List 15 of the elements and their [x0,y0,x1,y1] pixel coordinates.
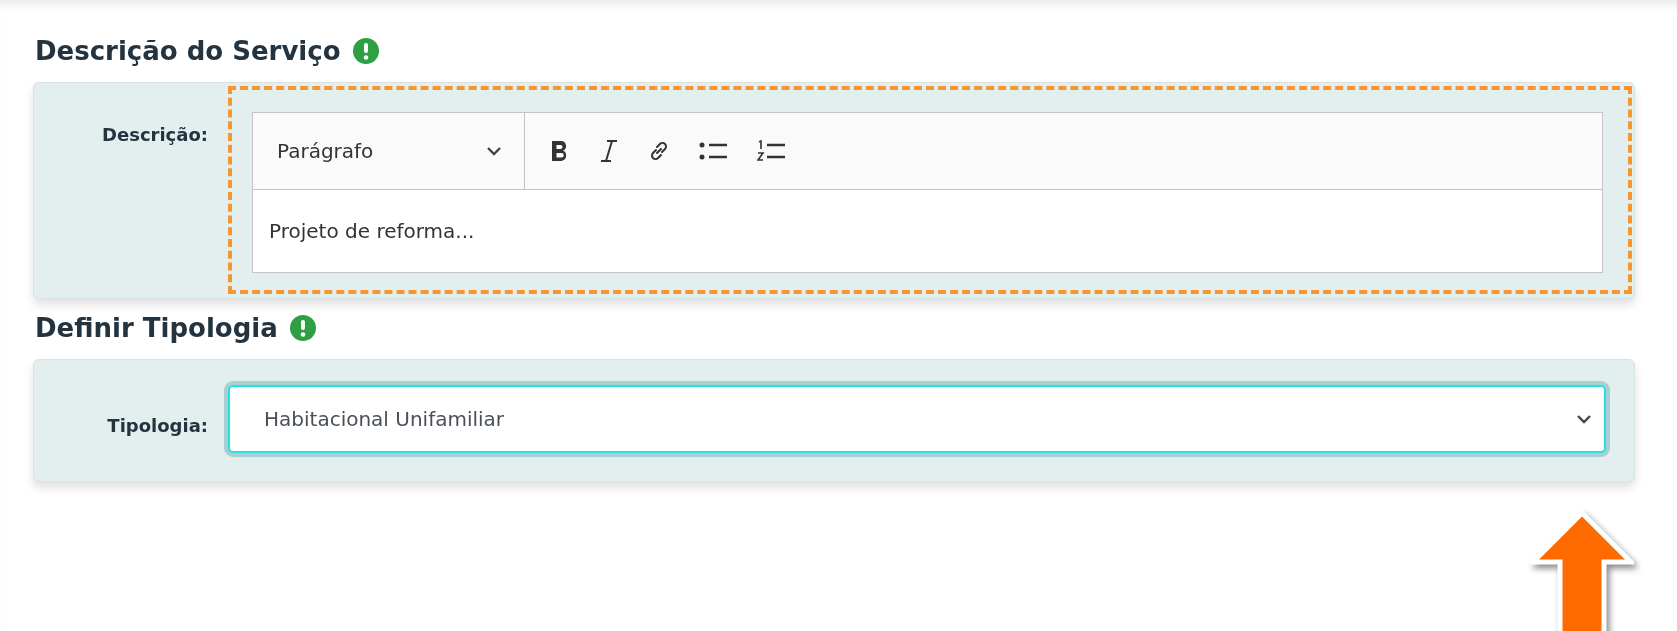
bullet-list-button[interactable] [699,140,729,162]
italic-button[interactable] [599,139,619,163]
section-title: Descrição do Serviço [35,36,341,66]
editor-text: Projeto de reforma... [268,218,476,245]
bullet-list-icon [699,140,729,162]
section-title: Definir Tipologia [35,313,278,343]
chevron-down-icon [1576,414,1592,424]
italic-icon [599,139,619,163]
field-label: Tipologia: [106,414,209,438]
rich-text-editor[interactable]: Parágrafo Projeto de reforma... [252,112,1603,273]
chevron-down-icon [486,146,502,156]
numbered-list-button[interactable] [757,139,787,163]
numbered-list-icon [757,139,787,163]
field-label: Descrição: [101,123,209,147]
format-dropdown[interactable]: Parágrafo [253,113,525,189]
